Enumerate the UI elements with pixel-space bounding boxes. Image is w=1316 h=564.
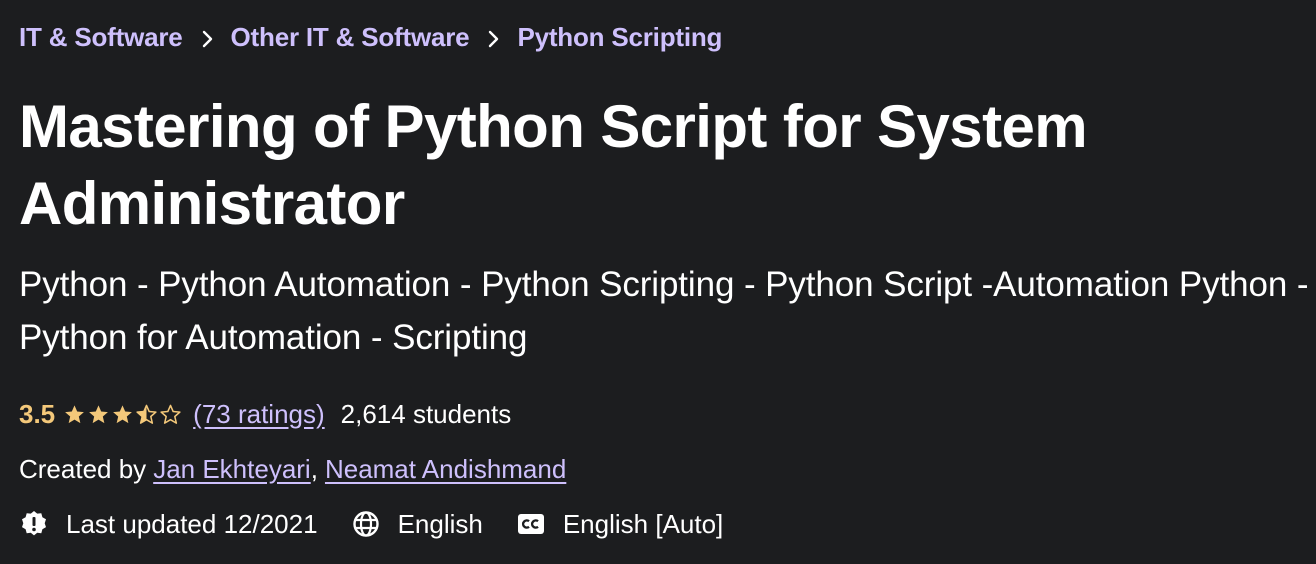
language-text: English [397, 508, 483, 539]
star-icon [89, 404, 109, 423]
students-count: 2,614 students [340, 398, 512, 429]
last-updated: Last updated 12/2021 [19, 509, 318, 540]
alert-badge-icon [19, 509, 49, 539]
course-title: Mastering of Python Script for System Ad… [19, 93, 1088, 237]
course-header: IT & Software Other IT & Software Python… [0, 0, 1316, 564]
star-icon [65, 404, 85, 423]
language: English [351, 509, 483, 540]
rating-row: 3.5 (73 ratings) 2,614 students [19, 396, 511, 432]
captions-text: English [Auto] [562, 508, 724, 539]
star-icon [113, 404, 133, 423]
star-empty-icon [160, 404, 181, 424]
star-rating [63, 403, 183, 426]
chevron-right-icon [469, 22, 517, 53]
chevron-right-icon [183, 22, 231, 53]
author-link[interactable]: Jan Ekhteyari [153, 454, 311, 485]
ratings-count-link[interactable]: (73 ratings) [193, 399, 325, 430]
closed-captions-icon [516, 509, 546, 539]
breadcrumb-item-it-software[interactable]: IT & Software [19, 22, 183, 53]
captions: English [Auto] [516, 509, 723, 540]
breadcrumb-item-other-it-software[interactable]: Other IT & Software [231, 22, 470, 53]
author-separator: , [310, 453, 318, 484]
course-meta-row: Last updated 12/2021 English English [Au… [19, 506, 756, 542]
star-half-icon [136, 404, 157, 424]
author-link[interactable]: Neamat Andishmand [325, 454, 566, 485]
course-subtitle: Python - Python Automation - Python Scri… [19, 265, 1309, 357]
globe-icon [351, 509, 381, 539]
breadcrumb-item-python-scripting[interactable]: Python Scripting [517, 22, 722, 53]
created-by-label: Created by [19, 453, 147, 484]
rating-value: 3.5 [19, 398, 56, 429]
breadcrumb: IT & Software Other IT & Software Python… [19, 19, 722, 55]
created-by-row: Created by Jan Ekhteyari , Neamat Andish… [19, 451, 566, 487]
last-updated-text: Last updated 12/2021 [66, 508, 318, 539]
